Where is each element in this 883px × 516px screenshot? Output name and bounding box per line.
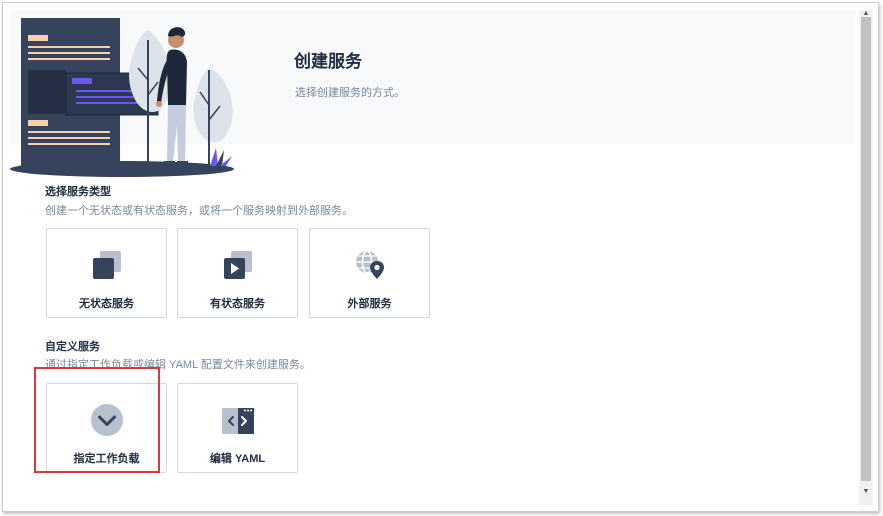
service-type-section-description: 创建一个无状态或有状态服务，或将一个服务映射到外部服务。 bbox=[45, 205, 353, 217]
stateful-service-icon bbox=[178, 247, 297, 283]
page-subtitle: 选择创建服务的方式。 bbox=[295, 87, 405, 99]
stateful-service-card[interactable]: 有状态服务 bbox=[177, 228, 298, 318]
scrollbar-thumb[interactable] bbox=[861, 17, 871, 481]
external-service-card[interactable]: 外部服务 bbox=[309, 228, 430, 318]
stateless-service-label: 无状态服务 bbox=[79, 298, 134, 310]
service-type-section-title: 选择服务类型 bbox=[45, 186, 111, 198]
header-illustration bbox=[10, 18, 234, 177]
external-service-icon bbox=[310, 247, 429, 283]
stateful-service-label: 有状态服务 bbox=[210, 298, 265, 310]
stateless-service-card[interactable]: 无状态服务 bbox=[46, 228, 167, 318]
page-title: 创建服务 bbox=[294, 52, 362, 71]
external-service-label: 外部服务 bbox=[347, 298, 392, 310]
vertical-scrollbar[interactable]: ▲ ▼ bbox=[859, 10, 873, 505]
dialog-window: 创建服务 选择创建服务的方式。 选择服务类型 创建一个无状态或有状态服务，或将一… bbox=[2, 2, 879, 512]
custom-service-section-title: 自定义服务 bbox=[45, 341, 100, 353]
edit-yaml-icon bbox=[178, 402, 297, 438]
selection-highlight-box bbox=[34, 367, 160, 473]
stateless-service-icon bbox=[47, 247, 166, 283]
edit-yaml-label: 编辑 YAML bbox=[209, 453, 266, 465]
edit-yaml-card[interactable]: 编辑 YAML bbox=[177, 383, 298, 473]
scroll-down-arrow-icon[interactable]: ▼ bbox=[861, 488, 871, 496]
